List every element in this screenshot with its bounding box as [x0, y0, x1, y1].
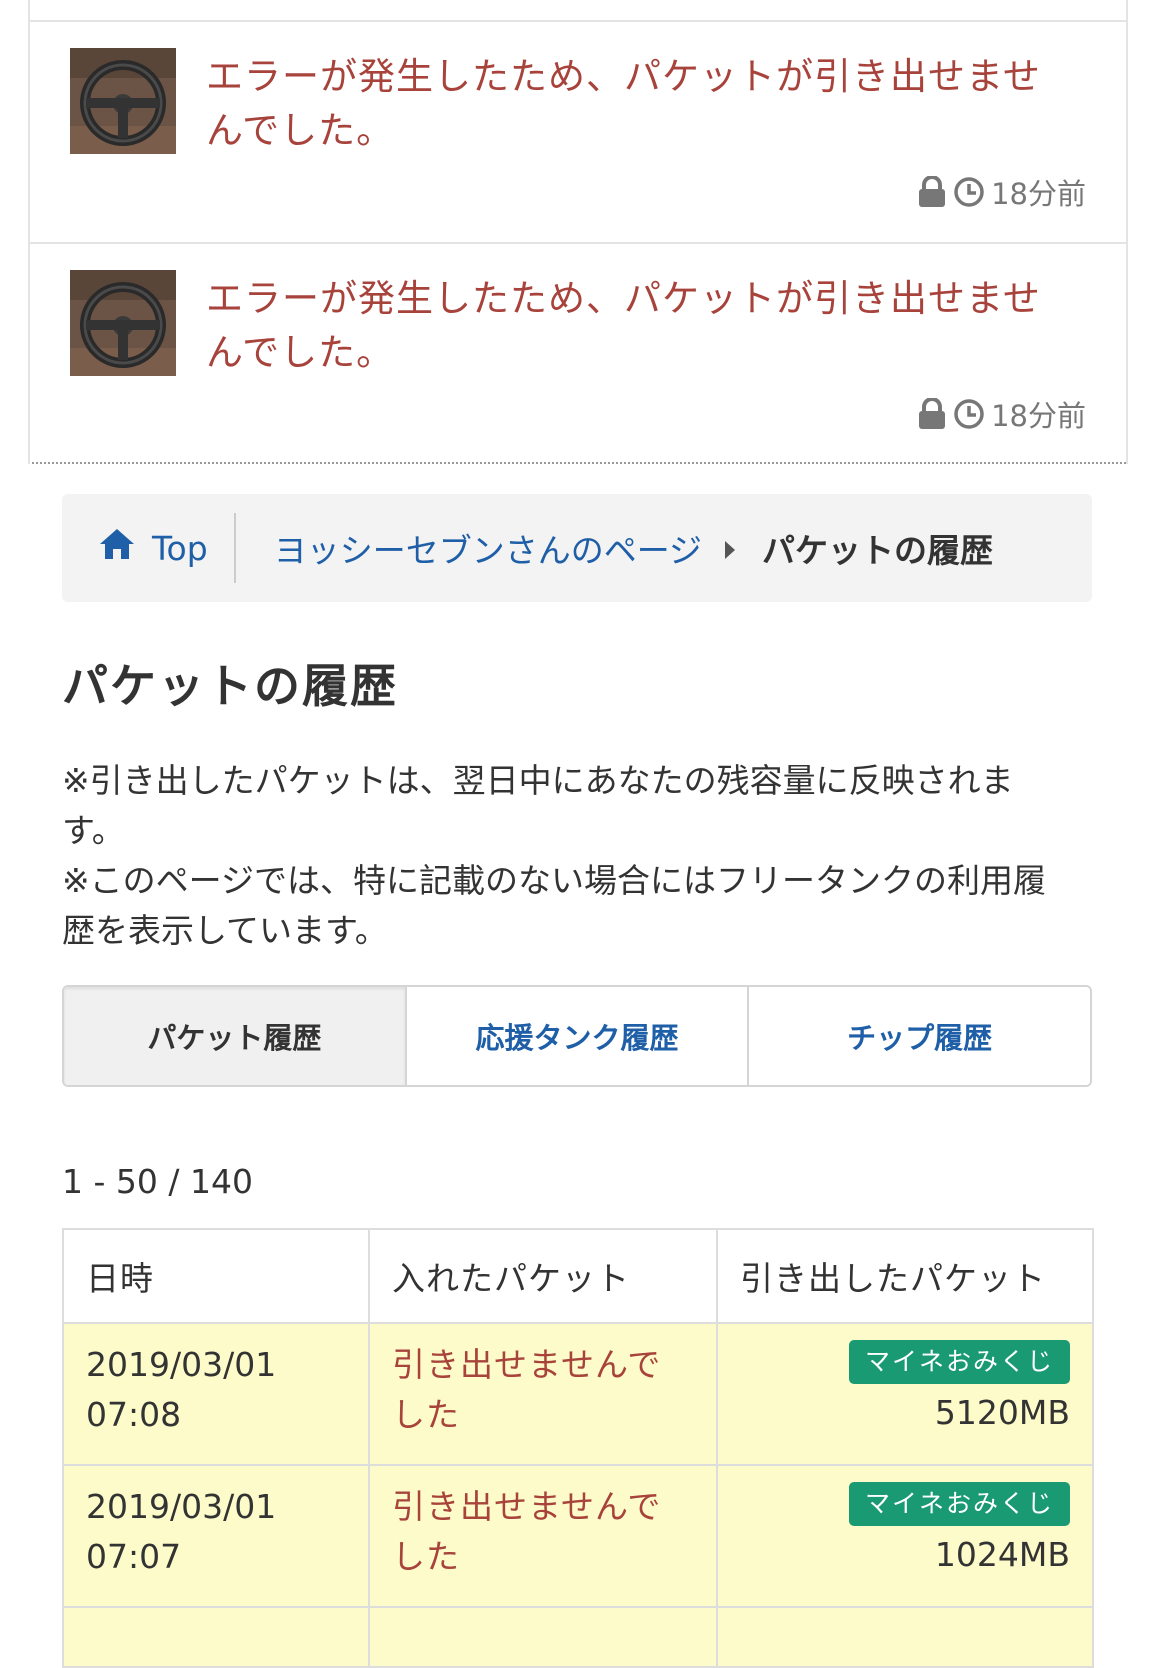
- breadcrumb-home-link[interactable]: Top: [62, 513, 236, 583]
- table-row: 2019/03/01 07:07 引き出せませんでした マイネおみくじ 1024…: [62, 1464, 1094, 1608]
- column-header-deposited: 入れたパケット: [368, 1228, 718, 1324]
- result-count: 1 - 50 / 140: [62, 1162, 253, 1201]
- clock-icon: [953, 398, 985, 430]
- cell-datetime: 2019/03/01 07:07: [62, 1464, 370, 1608]
- notification-message: エラーが発生したため、パケットが引き出せませんでした。: [206, 55, 1041, 152]
- table-header-row: 日時 入れたパケット 引き出したパケット: [62, 1228, 1094, 1324]
- avatar: [70, 48, 176, 154]
- cell-withdrawn: マイネおみくじ 1024MB: [716, 1464, 1094, 1608]
- notification-list: エラーが発生したため、パケットが引き出せませんでした。 18分前 エラーが発生し…: [28, 0, 1128, 464]
- caret-right-icon: [724, 529, 736, 568]
- cell-datetime: 2019/03/01 07:08: [62, 1322, 370, 1466]
- cell-deposit-status: 引き出せませんでした: [368, 1464, 718, 1608]
- column-header-datetime: 日時: [62, 1228, 370, 1324]
- home-icon: [98, 527, 152, 569]
- cell-time: 07:08: [86, 1395, 182, 1434]
- cell-date: 2019/03/01: [86, 1345, 277, 1384]
- lock-icon: [917, 176, 947, 208]
- tab-support-tank-history[interactable]: 応援タンク履歴: [404, 987, 748, 1085]
- table-row: 2019/03/01 07:08 引き出せませんでした マイネおみくじ 5120…: [62, 1322, 1094, 1466]
- cell-date: 2019/03/01: [86, 1487, 277, 1526]
- notification-item[interactable]: エラーが発生したため、パケットが引き出せませんでした。 18分前: [30, 242, 1126, 462]
- cell-datetime: [62, 1606, 370, 1668]
- notice-text: ※引き出したパケットは、翌日中にあなたの残容量に反映されます。 ※このページでは…: [62, 756, 1072, 956]
- cell-deposit-status: [368, 1606, 718, 1668]
- source-badge: マイネおみくじ: [848, 1482, 1070, 1526]
- clock-icon: [953, 176, 985, 208]
- cell-time: 07:07: [86, 1537, 182, 1576]
- cell-withdrawn: マイネおみくじ 5120MB: [716, 1322, 1094, 1466]
- column-header-withdrawn: 引き出したパケット: [716, 1228, 1094, 1324]
- breadcrumb-parent-link[interactable]: ヨッシーセブンさんのページ: [236, 524, 702, 572]
- breadcrumb-home-label: Top: [152, 528, 208, 568]
- notification-meta: 18分前: [917, 394, 1086, 434]
- breadcrumb: Top ヨッシーセブンさんのページ パケットの履歴: [62, 494, 1092, 602]
- avatar: [70, 270, 176, 376]
- notification-item[interactable]: エラーが発生したため、パケットが引き出せませんでした。 18分前: [30, 22, 1126, 240]
- page-title: パケットの履歴: [62, 659, 398, 713]
- breadcrumb-current: パケットの履歴: [762, 531, 994, 570]
- notification-message: エラーが発生したため、パケットが引き出せませんでした。: [206, 277, 1041, 374]
- cell-withdrawn: [716, 1606, 1094, 1668]
- tab-packet-history[interactable]: パケット履歴: [64, 987, 405, 1085]
- source-badge: マイネおみくじ: [848, 1340, 1070, 1384]
- notice-line-2: ※このページでは、特に記載のない場合にはフリータンクの利用履歴を表示しています。: [62, 861, 1046, 950]
- table-row: [62, 1606, 1094, 1668]
- tab-tip-history[interactable]: チップ履歴: [747, 987, 1090, 1085]
- lock-icon: [917, 398, 947, 430]
- cell-deposit-status: 引き出せませんでした: [368, 1322, 718, 1466]
- history-table: 日時 入れたパケット 引き出したパケット 2019/03/01 07:08 引き…: [62, 1228, 1094, 1668]
- notification-time: 18分前: [991, 399, 1086, 433]
- notice-line-1: ※引き出したパケットは、翌日中にあなたの残容量に反映されます。: [62, 761, 1014, 850]
- notification-meta: 18分前: [917, 172, 1086, 212]
- history-tabs: パケット履歴 応援タンク履歴 チップ履歴: [62, 985, 1092, 1087]
- cell-amount: 5120MB: [934, 1393, 1070, 1432]
- notification-time: 18分前: [991, 177, 1086, 211]
- cell-amount: 1024MB: [934, 1535, 1070, 1574]
